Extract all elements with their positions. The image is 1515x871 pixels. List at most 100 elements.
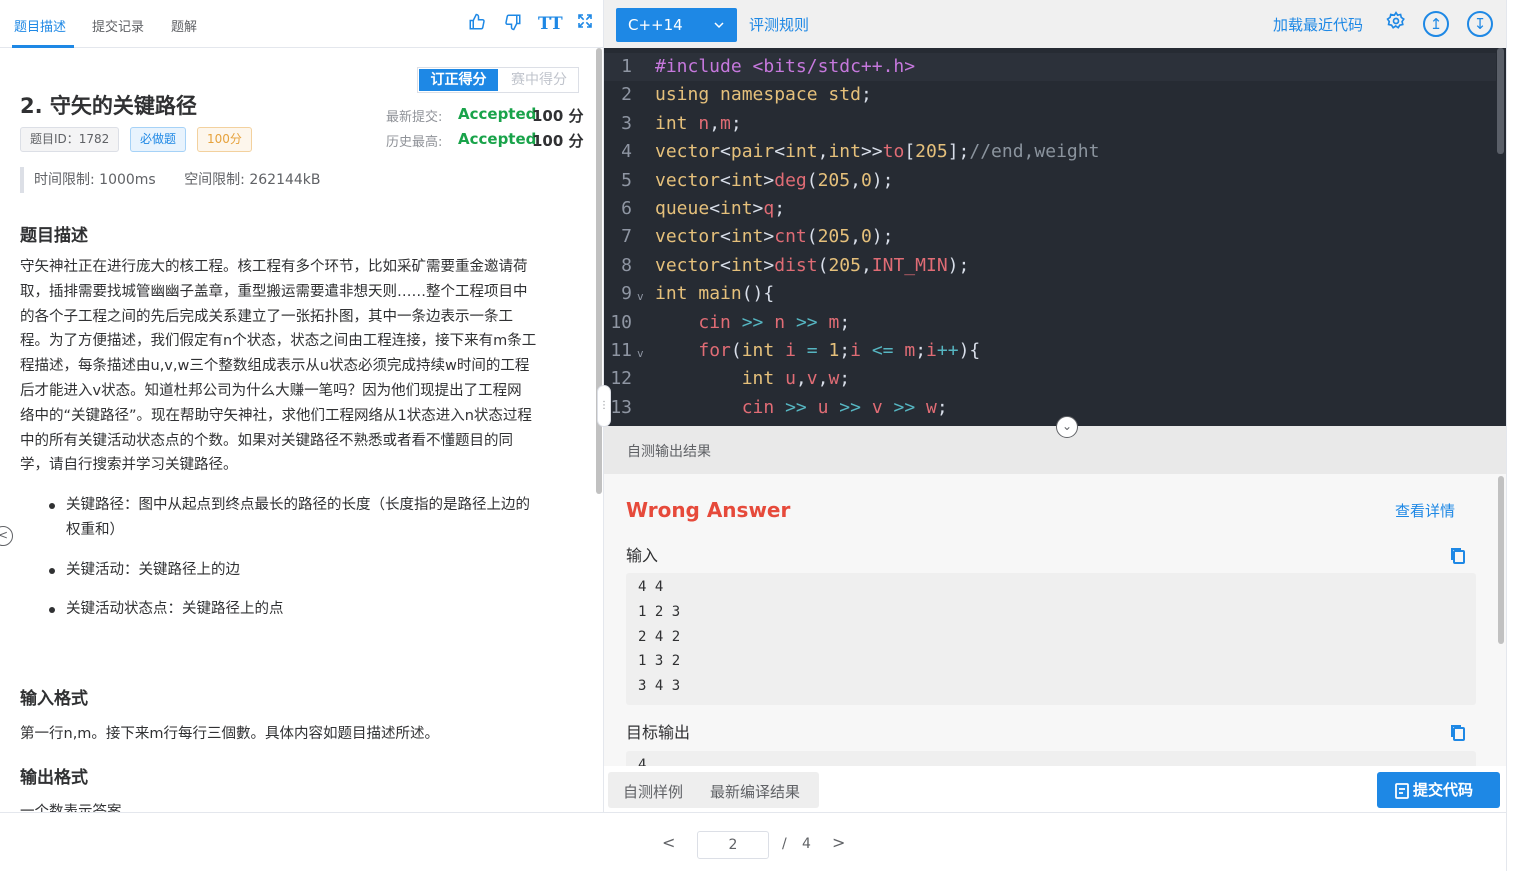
input-format-heading: 输入格式	[20, 689, 88, 709]
latest-submission-status[interactable]: Accepted	[458, 105, 536, 123]
list-item: 关键活动：关键路径上的边	[46, 558, 586, 583]
line-number: 5	[621, 169, 632, 191]
score-mode-toggle[interactable]: 订正得分 赛中得分	[417, 67, 579, 93]
code-text: #include <bits/stdc++.h>	[655, 56, 916, 77]
submit-button[interactable]: 提交代码	[1377, 772, 1500, 808]
fold-icon[interactable]: v	[637, 340, 644, 368]
line-number: 2	[621, 84, 632, 106]
input-line: 3 4 3	[638, 678, 681, 695]
score-mode-corrected[interactable]: 订正得分	[419, 69, 498, 91]
result-scrollbar[interactable]	[1498, 476, 1504, 644]
line-number: 8	[621, 254, 632, 276]
verdict-status: Wrong Answer	[626, 498, 791, 522]
code-line: 6 queue<int>q;	[604, 195, 1496, 223]
line-number: 11	[610, 340, 632, 361]
collapse-left-icon[interactable]: <	[0, 526, 13, 546]
line-number: 6	[621, 198, 632, 219]
pagination: < 2 / 4 >	[0, 812, 1506, 871]
score-tag: 100分	[197, 127, 252, 152]
panel-resize-handle[interactable]: ⋮	[597, 385, 611, 427]
problem-description: 守矢神社正在进行庞大的核工程。核工程有多个环节，比如采矿需要重金邀请荷 取，插排需…	[20, 255, 580, 478]
thumbs-up-icon[interactable]	[466, 13, 488, 35]
latest-submission-label: 最新提交:	[386, 110, 443, 125]
score-mode-contest[interactable]: 赛中得分	[500, 69, 578, 91]
code-line: 7 vector<int>cnt(205,0);	[604, 223, 1496, 251]
code-text: int n,m;	[655, 112, 742, 134]
problem-id-tag: 题目ID：1782	[20, 127, 120, 152]
tab-self-test[interactable]: 自测样例	[623, 781, 683, 802]
list-item: 关键路径：图中从起点到终点最长的路径的长度（长度指的是路径上边的 权重和）	[46, 493, 586, 543]
window-edge	[1506, 0, 1515, 871]
input-line: 2 4 2	[638, 628, 681, 645]
editor-scrollbar[interactable]	[1497, 48, 1504, 154]
submit-label: 提交代码	[1413, 781, 1474, 799]
view-details-link[interactable]: 查看详情	[1395, 500, 1455, 521]
result-header: 自测输出结果	[604, 426, 1506, 474]
limits-bar: 时间限制: 1000ms 空间限制: 262144kB	[20, 167, 345, 193]
list-item-text: 权重和）	[66, 521, 124, 538]
code-text: cin >> n >> m;	[698, 311, 851, 333]
fold-icon[interactable]: v	[637, 283, 644, 311]
code-line: 5 vector<int>deg(205,0);	[604, 167, 1496, 195]
code-editor[interactable]: 1 #include <bits/stdc++.h> 2 using namespac…	[604, 48, 1506, 426]
editor-panel: C++14 评测规则 加载最近代码 ↥ ↧ 1 #include <bits/st…	[604, 0, 1506, 812]
upload-icon[interactable]: ↥	[1423, 11, 1449, 37]
code-text: for(int i = 1;i <= m;i++){	[698, 340, 981, 361]
chevron-down-icon	[713, 8, 725, 42]
best-submission-status[interactable]: Accepted	[458, 130, 536, 148]
result-header-title: 自测输出结果	[627, 444, 711, 460]
judge-rules-link[interactable]: 评测规则	[749, 14, 809, 35]
next-page-icon[interactable]: >	[832, 833, 845, 852]
fullscreen-icon[interactable]	[574, 13, 596, 35]
input-line: 4 4	[638, 579, 664, 595]
code-line: 13 cin >> u >> v >> w;	[604, 394, 1496, 422]
tab-compile-result[interactable]: 最新编译结果	[710, 781, 800, 802]
code-line: 8 vector<int>dist(205,INT_MIN);	[604, 252, 1496, 280]
page-total: 4	[802, 836, 811, 852]
load-recent-code-link[interactable]: 加载最近代码	[1273, 14, 1363, 35]
language-select[interactable]: C++14	[616, 8, 737, 42]
submit-icon	[1395, 772, 1409, 808]
code-text: queue<int>q;	[655, 198, 786, 219]
code-text: vector<int>cnt(205,0);	[655, 226, 894, 248]
page-input[interactable]: 2	[697, 831, 769, 859]
description-line: 络中的“关键路径”。现在帮助守矢神社，求他们工程网络从1状态进入n状态过程	[20, 407, 532, 424]
problem-tabs: 题目描述 提交记录 题解 TT	[0, 0, 603, 48]
code-text: int u,v,w;	[741, 368, 851, 390]
description-line: 程。为了方便描述，我们假定有n个状态，状态之间由工程连接，接下来有m条工	[20, 333, 537, 350]
tab-description[interactable]: 题目描述	[14, 16, 66, 35]
page-separator: /	[782, 836, 787, 852]
copy-target-icon[interactable]	[1449, 724, 1467, 742]
best-submission-label: 历史最高:	[386, 135, 443, 150]
line-number: 4	[621, 141, 632, 163]
description-line: 守矢神社正在进行庞大的核工程。核工程有多个环节，比如采矿需要重金邀请荷	[20, 259, 528, 275]
input-label: 输入	[626, 546, 659, 565]
line-number: 1	[621, 56, 632, 77]
font-size-icon[interactable]: TT	[538, 13, 563, 35]
thumbs-down-icon[interactable]	[502, 13, 524, 35]
code-line: 9 v int main(){	[604, 280, 1496, 308]
active-tab-indicator	[12, 45, 74, 48]
collapse-editor-icon[interactable]: ⌄	[1056, 416, 1078, 438]
download-icon[interactable]: ↧	[1467, 11, 1493, 37]
page-title: 2. 守矢的关键路径	[20, 94, 197, 118]
problem-scrollbar[interactable]	[596, 48, 602, 494]
line-number: 9	[621, 283, 632, 305]
code-text: using namespace std;	[655, 84, 872, 106]
code-line: 11 v for(int i = 1;i <= m;i++){	[604, 337, 1496, 365]
editor-toolbar: C++14 评测规则 加载最近代码 ↥ ↧	[604, 0, 1506, 48]
input-line: 1 2 3	[638, 603, 681, 620]
tab-solutions[interactable]: 题解	[171, 16, 197, 35]
copy-input-icon[interactable]	[1449, 547, 1467, 565]
language-value: C++14	[628, 16, 683, 34]
settings-icon[interactable]	[1383, 11, 1409, 37]
prev-page-icon[interactable]: <	[662, 833, 675, 852]
description-line: 程描述，每条描述由u,v,w三个整数组成表示从u状态必须完成持续w时间的工程	[20, 358, 530, 375]
description-heading: 题目描述	[20, 226, 88, 246]
target-output-box: 4	[626, 751, 1476, 766]
required-tag: 必做题	[130, 127, 187, 152]
line-number: 10	[610, 311, 632, 333]
code-text: int main(){	[655, 283, 775, 305]
tab-submissions[interactable]: 提交记录	[92, 16, 144, 35]
code-line: 2 using namespace std;	[604, 81, 1496, 109]
